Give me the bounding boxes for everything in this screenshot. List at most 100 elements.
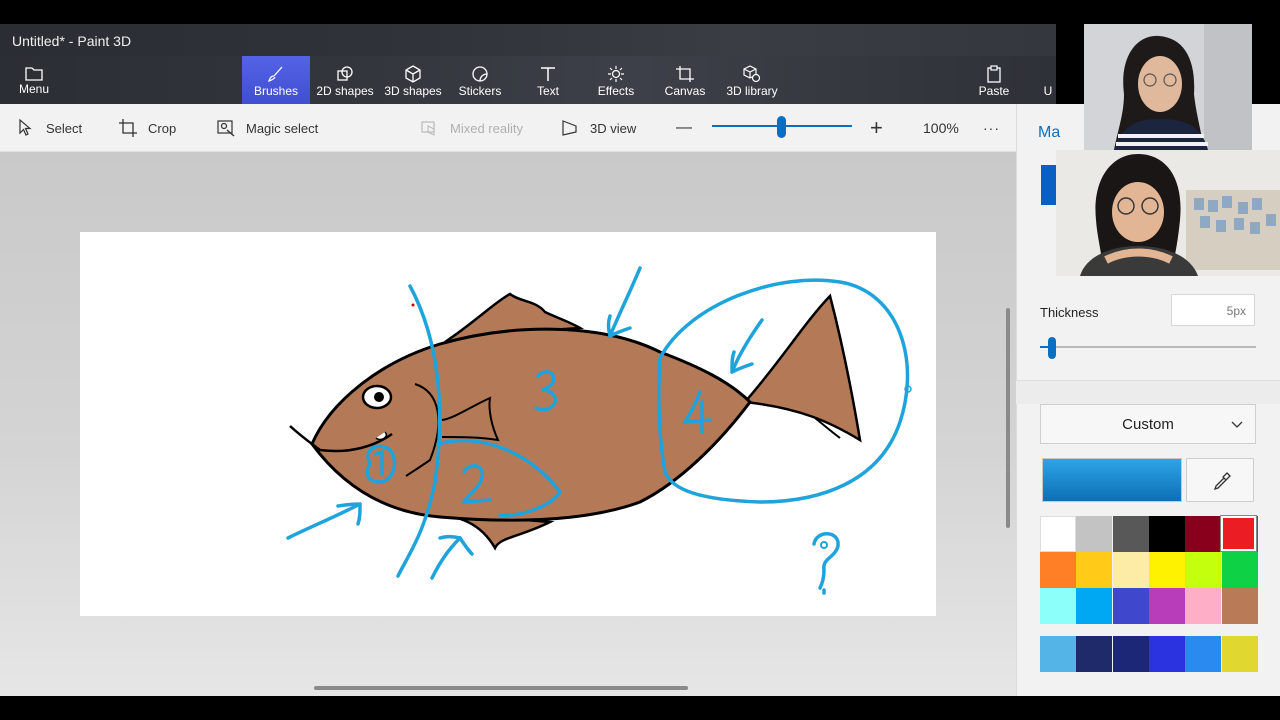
screen: Untitled* - Paint 3D Menu Brushes 2D sha… [0, 0, 1280, 720]
zoom-value: 100% [923, 120, 959, 136]
more-icon: ··· [983, 120, 1000, 136]
custom-color-swatch[interactable] [1185, 636, 1222, 672]
2d-shapes-icon [337, 66, 353, 81]
color-swatch[interactable] [1076, 516, 1113, 552]
drawing-canvas[interactable] [80, 232, 936, 616]
magic-select-label: Magic select [246, 120, 319, 136]
color-swatch[interactable] [1076, 552, 1113, 588]
vertical-scrollbar[interactable] [1006, 308, 1010, 528]
mixed-reality-label: Mixed reality [450, 120, 523, 136]
color-swatch[interactable] [1040, 552, 1076, 588]
tab-canvas[interactable]: Canvas [656, 56, 714, 104]
crop-icon [119, 119, 137, 137]
tab-effects[interactable]: Effects [586, 56, 646, 104]
color-swatch[interactable] [1148, 516, 1185, 552]
color-swatch[interactable] [1221, 588, 1258, 624]
undo-button-partial[interactable]: U [1040, 56, 1056, 104]
paste-button[interactable]: Paste [972, 56, 1016, 104]
participant-video-1 [1084, 24, 1252, 150]
folder-icon [25, 67, 43, 81]
color-swatch[interactable] [1112, 588, 1149, 624]
mixed-reality-button[interactable]: Mixed reality [420, 104, 523, 152]
color-swatch[interactable] [1148, 588, 1185, 624]
window-title: Untitled* - Paint 3D [12, 33, 132, 49]
arrow-bottom-left [286, 502, 362, 540]
custom-color-swatch[interactable] [1076, 636, 1113, 672]
color-swatch[interactable] [1148, 552, 1185, 588]
horizontal-scrollbar[interactable] [314, 686, 688, 690]
chevron-down-icon [1231, 421, 1243, 428]
stickers-icon [472, 66, 488, 82]
brush-icon [267, 66, 283, 83]
effects-icon [608, 66, 624, 82]
main-ribbon: Menu Brushes 2D shapes 3D shapes Sticker… [0, 56, 1056, 104]
canvas-icon [676, 66, 694, 82]
mixed-reality-icon [421, 121, 435, 136]
color-swatch[interactable] [1185, 588, 1222, 624]
color-mode-value: Custom [1122, 416, 1174, 433]
custom-color-swatch[interactable] [1148, 636, 1185, 672]
color-swatch[interactable] [1221, 552, 1258, 588]
zoom-out-button[interactable]: — [676, 104, 692, 152]
3d-view-icon [562, 120, 577, 136]
more-options-button[interactable]: ··· [983, 104, 1000, 152]
menu-label: Menu [18, 82, 50, 96]
zoom-slider-thumb[interactable] [777, 116, 786, 138]
zoom-in-button[interactable]: + [870, 104, 883, 152]
tab-brushes[interactable]: Brushes [242, 56, 310, 104]
selected-swatch-outline [1220, 515, 1257, 552]
color-swatch[interactable] [1076, 588, 1113, 624]
thickness-slider-thumb[interactable] [1048, 337, 1056, 359]
tab-label: Stickers [458, 84, 502, 98]
tab-3d-shapes[interactable]: 3D shapes [380, 56, 446, 104]
marker-brush-partial[interactable] [1041, 165, 1056, 205]
zoom-in-icon: + [870, 115, 883, 140]
3d-library-icon [743, 65, 761, 83]
panel-divider [1016, 380, 1280, 404]
tab-label: Brushes [253, 84, 299, 98]
color-swatch[interactable] [1112, 552, 1149, 588]
thickness-input[interactable]: 5px [1171, 294, 1255, 326]
tool-options-bar: Select Crop Magic select Mixed reality 3… [0, 104, 1016, 152]
title-bar: Untitled* - Paint 3D [0, 24, 1056, 56]
thickness-slider-track[interactable] [1040, 346, 1256, 348]
custom-color-swatch[interactable] [1112, 636, 1149, 672]
color-swatch[interactable] [1112, 516, 1149, 552]
paste-label: Paste [978, 84, 1010, 98]
participant-video-2 [1056, 150, 1280, 276]
select-button[interactable]: Select [16, 104, 82, 152]
color-swatch[interactable] [1185, 516, 1222, 552]
tail-fin [742, 293, 862, 443]
magic-select-icon [217, 120, 235, 137]
arrow-top [606, 266, 642, 338]
3d-view-button[interactable]: 3D view [560, 104, 636, 152]
tab-label: Text [536, 84, 559, 98]
menu-button[interactable]: Menu [8, 56, 60, 104]
tab-text[interactable]: Text [520, 56, 576, 104]
magic-select-button[interactable]: Magic select [216, 104, 318, 152]
tab-label: Effects [597, 84, 635, 98]
eyedropper-button[interactable] [1186, 458, 1254, 502]
color-swatch[interactable] [1040, 516, 1076, 552]
fish-drawing [286, 266, 912, 595]
tab-label: 3D library [726, 84, 778, 98]
color-mode-dropdown[interactable]: Custom [1040, 404, 1256, 444]
panel-header-partial: Ma [1038, 124, 1061, 141]
crop-label: Crop [148, 120, 177, 136]
custom-color-swatch[interactable] [1221, 636, 1258, 672]
webcam-video-1 [1084, 24, 1252, 150]
tab-label: 3D shapes [384, 84, 442, 98]
tab-2d-shapes[interactable]: 2D shapes [312, 56, 378, 104]
thickness-label: Thickness [1040, 305, 1099, 320]
color-swatch[interactable] [1185, 552, 1222, 588]
color-swatch[interactable] [1040, 588, 1076, 624]
3d-shapes-icon [405, 65, 421, 83]
tab-label: Canvas [664, 84, 706, 98]
3d-view-label: 3D view [590, 120, 637, 136]
webcam-video-2 [1056, 150, 1280, 276]
tab-3d-library[interactable]: 3D library [722, 56, 782, 104]
current-color-swatch[interactable] [1042, 458, 1182, 502]
tab-stickers[interactable]: Stickers [450, 56, 510, 104]
crop-button[interactable]: Crop [118, 104, 176, 152]
custom-color-swatch[interactable] [1040, 636, 1076, 672]
